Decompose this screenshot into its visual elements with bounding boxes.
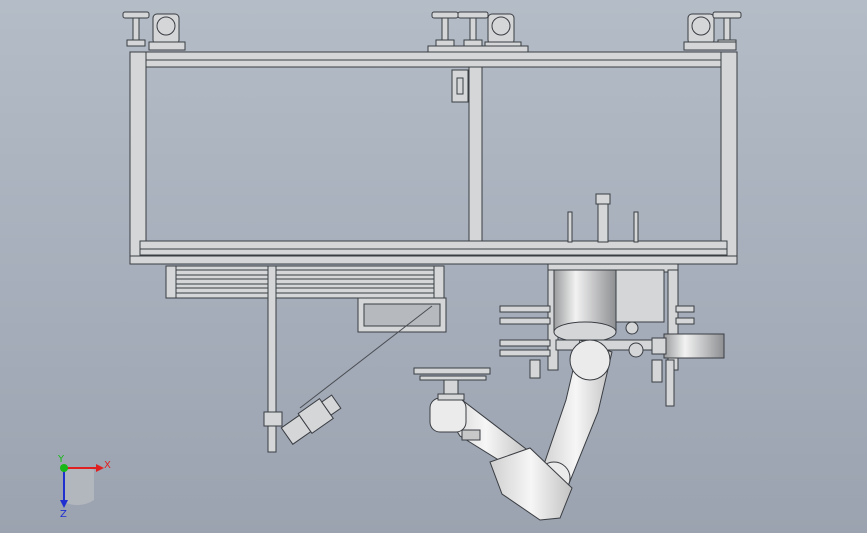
- caster-right: [683, 11, 742, 51]
- x-axis-arrow: [96, 464, 104, 472]
- linear-rail: [165, 265, 447, 333]
- y-axis-dot: [60, 464, 68, 472]
- caster-center: [427, 11, 529, 53]
- x-axis-label: X: [104, 460, 111, 471]
- caster-left: [122, 11, 186, 51]
- robot-base-mount: [499, 193, 725, 407]
- gantry-frame: [129, 51, 738, 265]
- end-effector: [413, 367, 491, 401]
- cad-viewport[interactable]: X Y Z: [0, 0, 867, 533]
- robot-arm: [429, 339, 613, 521]
- y-axis-label: Y: [57, 454, 65, 465]
- z-axis-arrow: [60, 500, 68, 508]
- axis-triad: X Y Z: [57, 454, 111, 520]
- assembly-drawing: X Y Z: [57, 11, 742, 521]
- z-axis-label: Z: [60, 509, 67, 520]
